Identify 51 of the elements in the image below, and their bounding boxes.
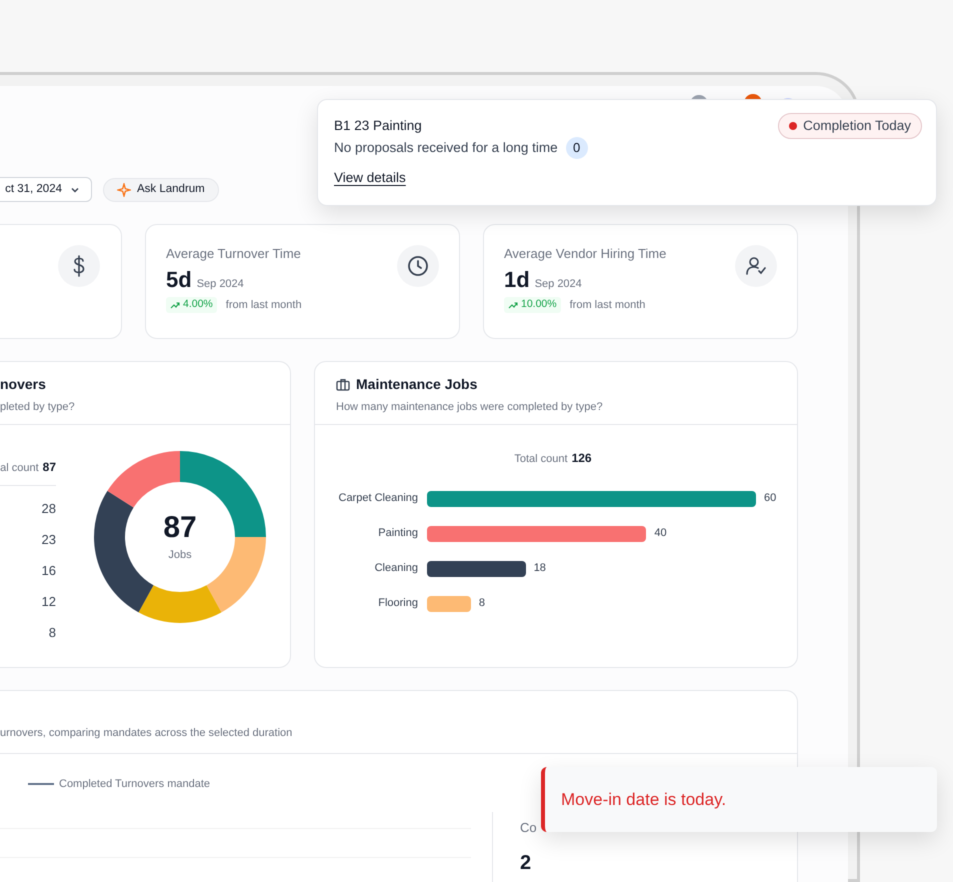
bar-label: Flooring — [377, 596, 418, 612]
date-range-select[interactable]: ct 31, 2024 — [0, 177, 92, 202]
dollar-icon — [58, 245, 100, 287]
change-badge: 10.00% — [504, 297, 561, 314]
legend-value: 23 — [42, 531, 56, 549]
bar-label: Painting — [377, 526, 418, 542]
legend-value: 16 — [42, 562, 56, 580]
legend-value: 28 — [42, 500, 56, 518]
total-label: al count — [0, 461, 39, 476]
bar-label: Carpet Cleaning — [338, 491, 418, 506]
kpi-value: 1d — [504, 267, 530, 293]
count-badge: 0 — [566, 137, 588, 159]
kpi-period: Sep 2024 — [196, 277, 244, 292]
change-badge: 4.00% — [166, 297, 217, 314]
legend-label: Completed Turnovers mandate — [59, 776, 210, 792]
center-label: Jobs — [168, 548, 192, 563]
change-note: from last month — [570, 298, 646, 313]
card-subtitle: pleted by type? — [0, 400, 75, 415]
briefcase-icon — [336, 378, 350, 390]
popup-title: B1 23 Painting — [334, 117, 422, 135]
popup-message: No proposals received for a long time — [334, 138, 558, 157]
user-check-icon — [735, 245, 777, 287]
stat-label: Co — [520, 819, 537, 837]
legend-line — [28, 783, 54, 785]
total-value: 87 — [42, 459, 56, 476]
card-subtitle: urnovers, comparing mandates across the selected duration — [0, 726, 292, 740]
card-subtitle: How many maintenance jobs were completed by type? — [336, 400, 603, 415]
clock-icon — [397, 245, 439, 287]
kpi-period: Sep 2024 — [534, 277, 582, 292]
bar-value: 40 — [654, 526, 667, 542]
kpi-title: Average Vendor Hiring Time — [504, 245, 666, 263]
ask-button[interactable]: Ask Landrum — [103, 178, 219, 202]
bar-value: 60 — [764, 491, 776, 506]
stat-value: 2 — [520, 850, 532, 876]
total-label: Total count — [514, 452, 568, 467]
center-value: 87 — [163, 510, 197, 545]
legend-value: 12 — [42, 593, 56, 611]
toast-message: Move-in date is today. — [561, 788, 726, 811]
kpi-title: Average Turnover Time — [166, 245, 302, 263]
bar-label: Cleaning — [374, 561, 418, 576]
bar-value: 8 — [478, 596, 485, 612]
bar-value: 18 — [534, 561, 546, 576]
view-details-link[interactable]: View details — [334, 168, 406, 188]
card-title: Maintenance Jobs — [356, 375, 478, 393]
status-badge: Completion Today — [778, 113, 922, 139]
card-title: novers — [0, 375, 46, 393]
total-value: 126 — [572, 450, 592, 467]
sparkle-icon — [117, 182, 131, 196]
change-note: from last month — [226, 298, 302, 313]
kpi-value: 5d — [166, 267, 192, 293]
legend-value: 8 — [48, 624, 56, 642]
